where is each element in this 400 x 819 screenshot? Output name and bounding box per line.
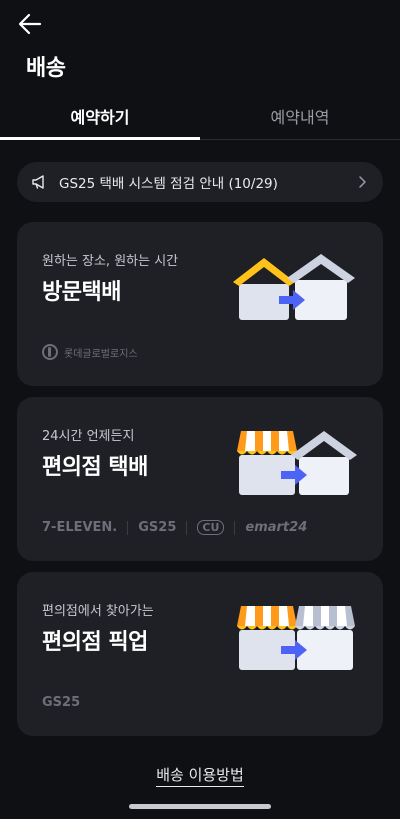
back-arrow-icon[interactable] — [16, 10, 44, 38]
home-indicator — [129, 804, 271, 809]
page-title: 배송 — [26, 56, 66, 81]
brand-gs25: GS25 — [42, 695, 81, 710]
active-tab-indicator — [0, 137, 200, 140]
divider — [234, 520, 236, 535]
divider — [186, 520, 188, 535]
card-subtitle: 원하는 장소, 원하는 시간 — [42, 254, 179, 269]
notice-banner[interactable]: GS25 택배 시스템 점검 안내 (10/29) — [17, 162, 383, 202]
brand-7eleven: 7-ELEVEN. — [42, 520, 118, 535]
brand-emart24: emart24 — [245, 520, 308, 535]
lotte-logo: 롯데글로벌로지스 — [42, 344, 138, 360]
store-to-store-illustration-icon — [237, 606, 355, 670]
card-title: 편의점 픽업 — [42, 630, 148, 655]
lotte-icon — [42, 344, 58, 360]
brand-row: 7-ELEVEN. GS25 CU emart24 — [42, 520, 307, 535]
tab-bar: 예약하기 예약내역 — [0, 90, 400, 140]
brand-name: 롯데글로벌로지스 — [64, 348, 138, 360]
convenience-store-pickup-card[interactable]: 편의점에서 찾아가는 편의점 픽업 GS25 — [17, 572, 383, 736]
convenience-store-delivery-card[interactable]: 24시간 언제든지 편의점 택배 7-ELEVEN. GS25 CU emart… — [17, 397, 383, 561]
card-subtitle: 24시간 언제든지 — [42, 429, 135, 444]
card-subtitle: 편의점에서 찾아가는 — [42, 604, 154, 619]
megaphone-icon — [32, 175, 44, 189]
notice-text: GS25 택배 시스템 점검 안내 (10/29) — [59, 176, 278, 192]
brand-row: GS25 — [42, 695, 80, 710]
chevron-right-icon — [359, 176, 366, 188]
visit-delivery-card[interactable]: 원하는 장소, 원하는 시간 방문택배 롯데글로벌로지스 — [17, 222, 383, 386]
card-title: 편의점 택배 — [42, 455, 148, 480]
tab-reserve[interactable]: 예약하기 — [0, 90, 200, 139]
header: 배송 — [0, 0, 400, 90]
store-to-house-illustration-icon — [237, 431, 357, 495]
card-title: 방문택배 — [42, 280, 121, 305]
usage-guide-link[interactable]: 배송 이용방법 — [0, 764, 400, 787]
brand-row: 롯데글로벌로지스 — [42, 344, 138, 360]
brand-cu: CU — [197, 520, 225, 535]
tab-history[interactable]: 예약내역 — [200, 90, 400, 139]
usage-guide-label: 배송 이용방법 — [156, 766, 244, 787]
brand-gs25: GS25 — [138, 520, 177, 535]
houses-illustration-icon — [233, 254, 355, 320]
divider — [127, 520, 129, 535]
